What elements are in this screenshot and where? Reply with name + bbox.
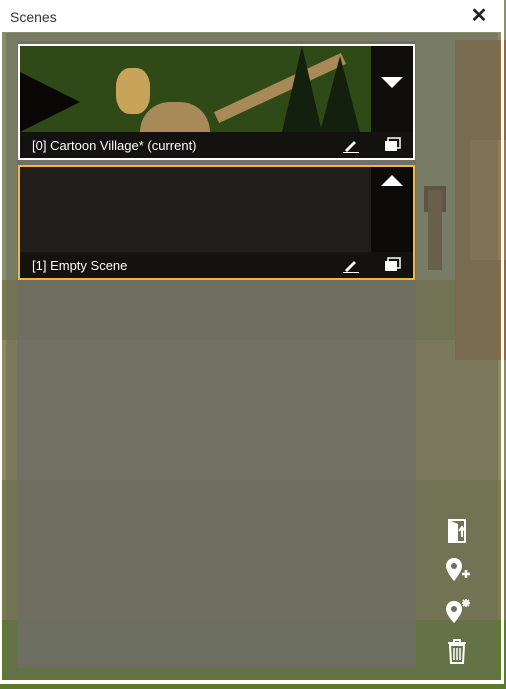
scene-name: [0] Cartoon Village* (current) [32,138,197,153]
chevron-up-icon[interactable] [381,175,403,186]
thumbnail-sand-patch [116,68,150,114]
scene-list: [0] Cartoon Village* (current) [1] Empty… [17,41,416,668]
scenes-window: Scenes ✕ [0] Cartoon Village* (current) … [0,0,504,684]
pencil-icon[interactable] [342,137,360,153]
scene-label-bar: [1] Empty Scene [20,252,413,278]
close-icon[interactable]: ✕ [469,5,489,27]
duplicate-icon[interactable] [384,137,402,153]
scene-label-bar: [0] Cartoon Village* (current) [20,132,413,158]
scene-thumbnail [20,167,371,253]
scene-toggle-area [371,46,413,132]
scene-toggle-area [371,167,413,253]
thumbnail-shadow [20,72,80,132]
trash-icon[interactable] [443,637,471,665]
door-exit-icon[interactable] [443,517,471,545]
scenes-panel: [0] Cartoon Village* (current) [1] Empty… [6,33,498,679]
chevron-down-icon[interactable] [381,77,403,88]
window-titlebar: Scenes ✕ [2,1,501,32]
add-location-icon[interactable] [443,556,471,584]
location-settings-icon[interactable] [443,597,471,625]
scene-card-0[interactable]: [0] Cartoon Village* (current) [18,44,415,160]
scene-name: [1] Empty Scene [32,258,128,273]
scene-card-1[interactable]: [1] Empty Scene [18,165,415,280]
duplicate-icon[interactable] [384,257,402,273]
scene-thumbnail [20,46,371,132]
thumbnail-sand [140,102,210,132]
scene-toolbar [443,513,479,665]
pencil-icon[interactable] [342,257,360,273]
window-title: Scenes [10,9,57,25]
